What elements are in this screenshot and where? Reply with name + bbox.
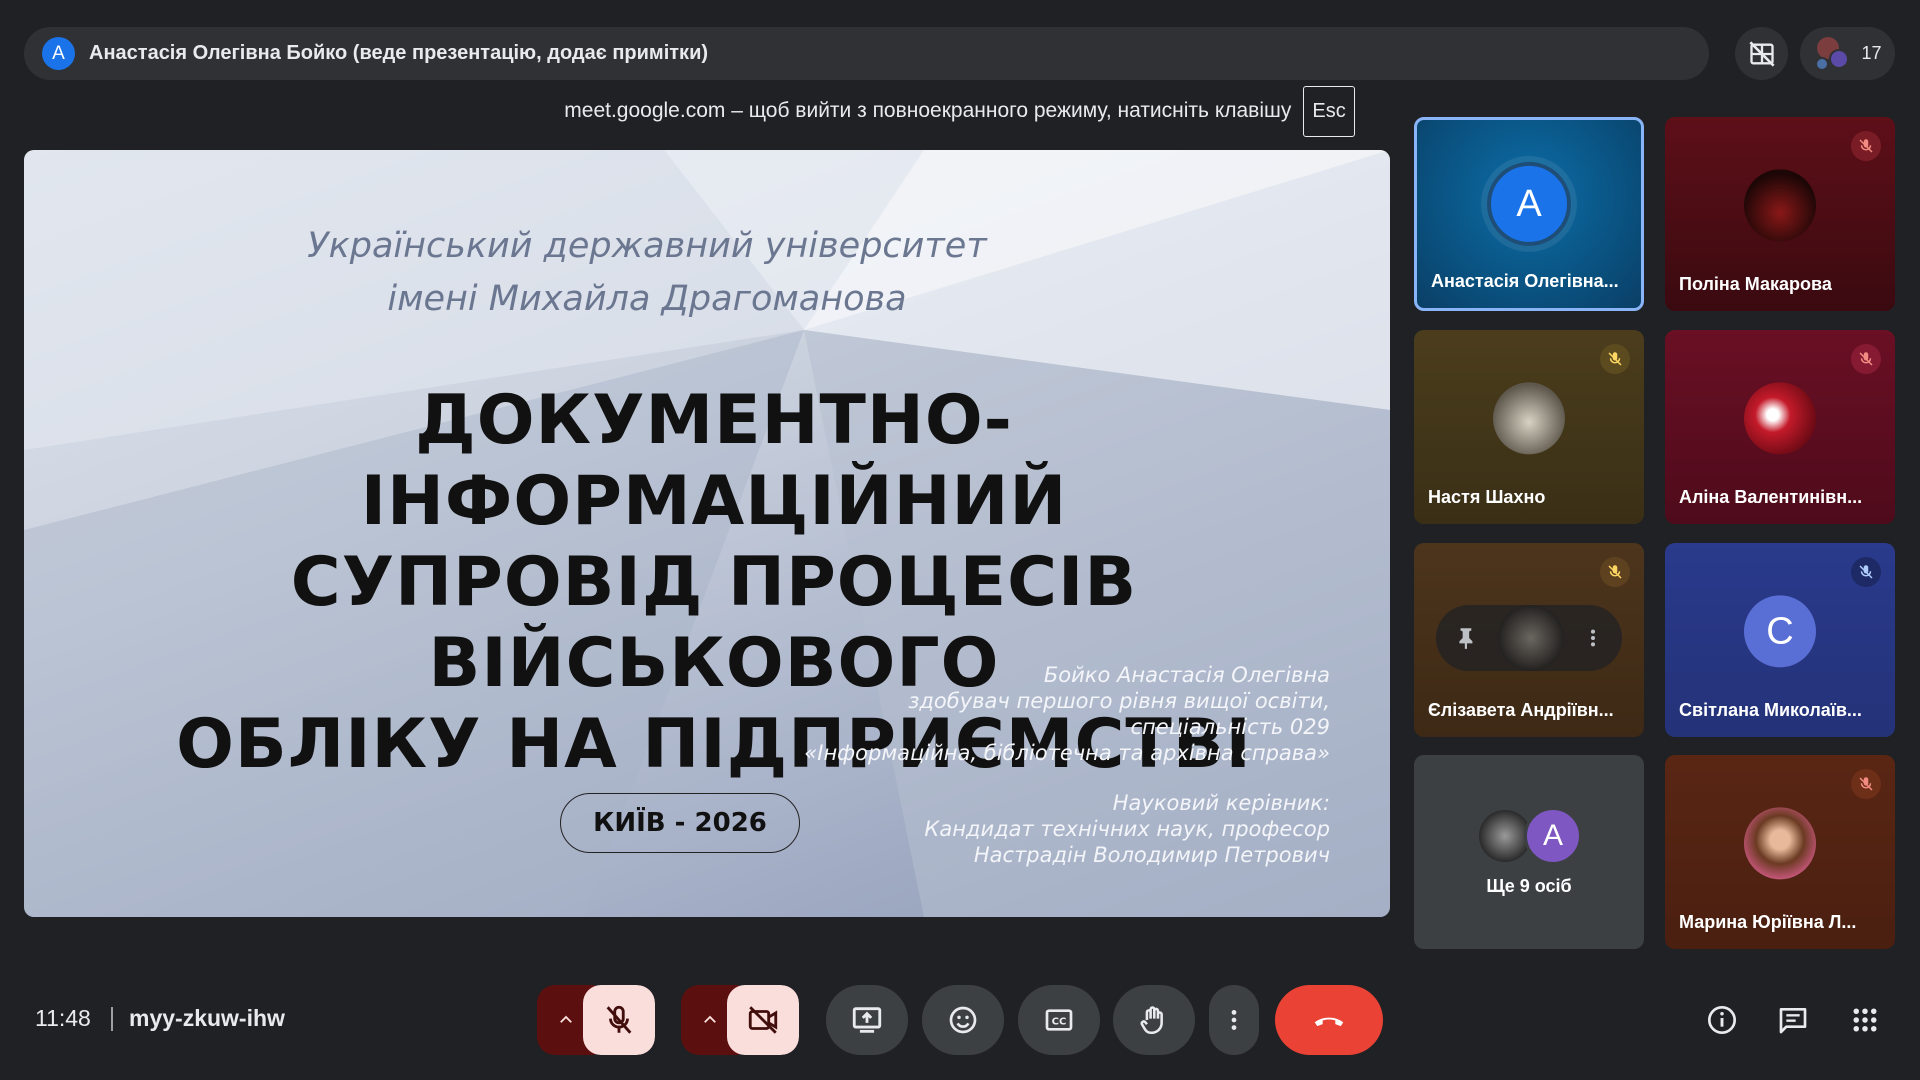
- participants-count: 17: [1861, 43, 1882, 63]
- title-line-1: ДОКУМЕНТНО-ІНФОРМАЦІЙНИЙ: [360, 381, 1068, 541]
- more-participants-tile[interactable]: А Ще 9 осіб: [1414, 755, 1644, 949]
- svg-text:CC: CC: [1052, 1017, 1067, 1028]
- esc-key: Esc: [1303, 85, 1355, 137]
- more-participants-label: Ще 9 осіб: [1486, 876, 1572, 896]
- present-screen-button[interactable]: [826, 985, 908, 1055]
- participants-button[interactable]: 17: [1800, 27, 1895, 80]
- presenter-label: Анастасія Олегівна Бойко (веде презентац…: [89, 42, 709, 64]
- toggle-camera-button[interactable]: [727, 985, 799, 1055]
- mic-off-icon: [1600, 557, 1630, 587]
- mic-off-icon: [1851, 557, 1881, 587]
- fullscreen-notice: meet.google.com – щоб вийти з повноекран…: [472, 80, 1447, 142]
- participant-name: Настя Шахно: [1428, 487, 1546, 507]
- raise-hand-button[interactable]: [1113, 985, 1195, 1055]
- presenter-avatar: А: [42, 37, 75, 70]
- author-name: Бойко Анастасія Олегівна: [1043, 663, 1330, 687]
- mic-off-icon: [606, 1005, 632, 1034]
- hand-icon: [1140, 1006, 1163, 1035]
- participant-name: Світлана Миколаїв...: [1679, 700, 1862, 720]
- more-options-button[interactable]: [1209, 985, 1259, 1055]
- city-year-label: КИЇВ - 2026: [560, 793, 800, 853]
- avatar: [1493, 382, 1565, 455]
- university-line-2: імені Михайла Драгоманова: [387, 279, 907, 319]
- microphone-control: [537, 985, 655, 1055]
- avatar: С: [1744, 595, 1816, 668]
- participant-name: Аліна Валентинівн...: [1679, 487, 1863, 507]
- participant-tile[interactable]: Настя Шахно: [1414, 330, 1644, 524]
- meeting-code: myy-zkuw-ihw: [129, 1005, 285, 1031]
- supervisor-name: Настрадін Володимир Петрович: [973, 843, 1330, 867]
- participant-name: Марина Юріївна Л...: [1679, 912, 1857, 932]
- avatar: А: [1524, 807, 1582, 865]
- captions-icon: CC: [1045, 1009, 1073, 1031]
- toggle-microphone-button[interactable]: [583, 985, 655, 1055]
- hang-up-icon: [1314, 1017, 1344, 1027]
- participant-name: Єлізавета Андріївн...: [1428, 700, 1614, 720]
- chat-button[interactable]: [1775, 1002, 1811, 1038]
- mic-off-icon: [1851, 131, 1881, 161]
- participant-name: Поліна Макарова: [1679, 274, 1832, 294]
- author-specialty-name: «Інформаційна, бібліотечна та архівна сп…: [804, 741, 1330, 765]
- avatar: [1744, 807, 1816, 880]
- activities-button[interactable]: [1847, 1002, 1883, 1038]
- more-options-icon[interactable]: [1582, 625, 1604, 651]
- info-icon: [1708, 1006, 1736, 1034]
- hide-tiles-button[interactable]: [1735, 27, 1788, 80]
- slide-author-info: Бойко Анастасія Олегівна здобувач першог…: [804, 662, 1330, 868]
- mic-off-icon: [1851, 344, 1881, 374]
- hide-tiles-icon: [1748, 40, 1775, 67]
- presentation-slide: Український державний університет імені …: [24, 150, 1390, 917]
- avatar: [1744, 169, 1816, 242]
- chevron-up-icon: [560, 1015, 572, 1023]
- present-screen-icon: [852, 1007, 882, 1033]
- participant-tile[interactable]: С Світлана Миколаїв...: [1665, 543, 1895, 737]
- supervisor-title: Кандидат технічних наук, професор: [924, 817, 1330, 841]
- participant-tile[interactable]: Поліна Макарова: [1665, 117, 1895, 311]
- leave-call-button[interactable]: [1275, 985, 1383, 1055]
- clock: 11:48: [35, 1005, 91, 1031]
- tile-hover-controls: [1436, 605, 1622, 671]
- presenter-bar: А Анастасія Олегівна Бойко (веде презент…: [24, 27, 1709, 80]
- camera-control: [681, 985, 799, 1055]
- participant-tile[interactable]: Аліна Валентинівн...: [1665, 330, 1895, 524]
- reactions-button[interactable]: [922, 985, 1004, 1055]
- participant-tile[interactable]: Єлізавета Андріївн...: [1414, 543, 1644, 737]
- more-vert-icon: [1231, 1010, 1237, 1030]
- participant-tile[interactable]: А Анастасія Олегівна...: [1414, 117, 1644, 311]
- author-specialty: спеціальність 029: [1130, 715, 1330, 739]
- participant-tile[interactable]: Марина Юріївна Л...: [1665, 755, 1895, 949]
- mic-off-icon: [1851, 769, 1881, 799]
- pin-icon[interactable]: [1454, 625, 1480, 651]
- apps-grid-icon: [1853, 1008, 1877, 1032]
- slide-university: Український державний університет імені …: [24, 220, 1330, 326]
- supervisor-label: Науковий керівник:: [1112, 791, 1330, 815]
- avatar: [1744, 382, 1816, 455]
- author-degree: здобувач першого рівня вищої освіти,: [908, 689, 1330, 713]
- avatar: А: [1487, 161, 1571, 246]
- camera-off-icon: [748, 1006, 778, 1034]
- participants-avatars: [1813, 35, 1851, 73]
- meeting-details-button[interactable]: [1704, 1002, 1740, 1038]
- divider: [111, 1007, 113, 1031]
- chevron-up-icon: [704, 1015, 716, 1023]
- mic-off-icon: [1600, 344, 1630, 374]
- captions-button[interactable]: CC: [1018, 985, 1100, 1055]
- chat-icon: [1779, 1008, 1807, 1034]
- fullscreen-notice-text: meet.google.com – щоб вийти з повноекран…: [564, 99, 1292, 122]
- emoji-icon: [949, 1006, 977, 1034]
- avatar: [1498, 605, 1564, 671]
- participant-name: Анастасія Олегівна...: [1431, 271, 1619, 291]
- university-line-1: Український державний університет: [307, 226, 987, 266]
